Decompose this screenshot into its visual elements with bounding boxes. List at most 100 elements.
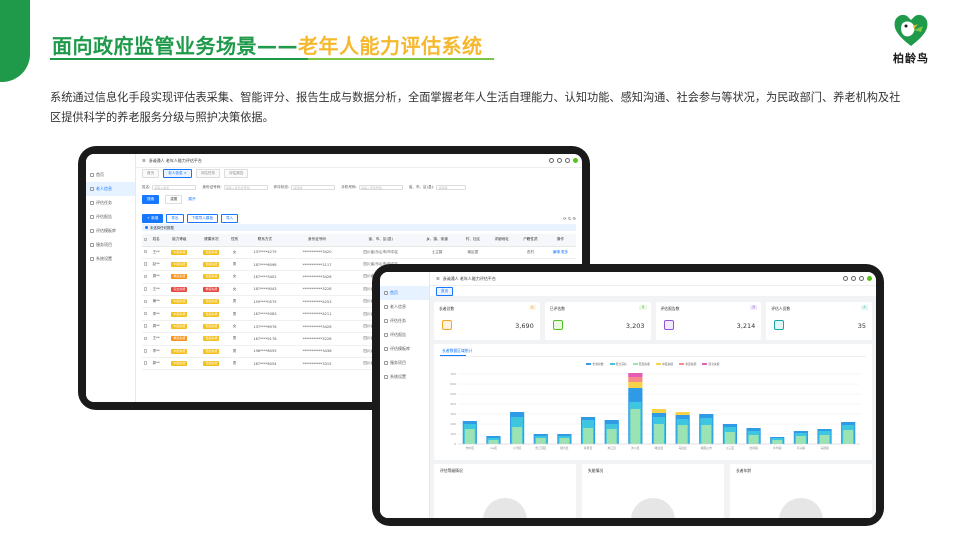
sidebar-item-1[interactable]: 老人信息: [380, 300, 429, 314]
legend-item-5[interactable]: 完全失能: [702, 362, 720, 366]
sidebar-item-5[interactable]: 服务项目: [380, 356, 429, 370]
tab-0[interactable]: 首页: [142, 168, 160, 178]
tab-1[interactable]: 老人信息 ×: [163, 168, 192, 178]
stat-card-3[interactable]: 评估人员数 人 35: [766, 302, 872, 340]
row-checkbox-cell: [142, 345, 149, 359]
search-icon[interactable]: [549, 158, 554, 163]
legend-item-2[interactable]: 轻度失能: [632, 362, 650, 366]
row-checkbox[interactable]: [143, 311, 148, 316]
phone-cell: 159****0575: [241, 295, 289, 309]
table-row[interactable]: 王** 中度失能 轻度失能 女 137****4279 ***********3420 四川…: [142, 246, 576, 259]
settings-icon[interactable]: [859, 276, 864, 281]
sidebar-item-6[interactable]: 系统设置: [380, 370, 429, 384]
sidebar-item-4[interactable]: 评估模板库: [86, 224, 135, 238]
bar-中度失能: [628, 382, 643, 388]
expand-link[interactable]: 展开: [188, 197, 195, 202]
reset-button[interactable]: 重置: [165, 194, 183, 204]
stat-card-0[interactable]: 长者总数 总 3,690: [434, 302, 540, 340]
chart-title[interactable]: 长者数据区域统计: [442, 348, 472, 354]
sex-cell: 男: [227, 295, 242, 309]
phone-input[interactable]: 请输入手机号码: [358, 184, 403, 190]
sidebar-item-1[interactable]: 老人信息: [86, 182, 135, 196]
template-icon: [90, 229, 94, 233]
avatar[interactable]: [867, 276, 872, 281]
name-cell: 郭**: [148, 357, 164, 371]
legend-item-0[interactable]: 长者总数: [586, 362, 604, 366]
id-input[interactable]: 请输入身份证号码: [223, 184, 268, 190]
sidebar-item-3[interactable]: 评估报告: [86, 210, 135, 224]
row-checkbox[interactable]: [143, 249, 148, 254]
select-all-checkbox[interactable]: [143, 237, 148, 241]
sidebar-item-0[interactable]: 首页: [380, 286, 429, 300]
huji-cell: 农村: [516, 246, 545, 259]
legend-item-4[interactable]: 重度失能: [679, 362, 696, 366]
tab-0[interactable]: 首页: [436, 286, 454, 296]
status-select[interactable]: 请选择: [291, 184, 336, 190]
row-checkbox[interactable]: [143, 324, 148, 328]
row-checkbox[interactable]: [143, 299, 148, 303]
avatar[interactable]: [573, 158, 578, 163]
tab-2[interactable]: 评估任务: [195, 168, 221, 178]
name-input[interactable]: 请输入姓名: [152, 184, 197, 190]
health-cell: 轻度失能: [195, 357, 228, 371]
region-cell: 四川省/乐山市/市中区: [345, 246, 416, 259]
sidebar-item-label: 评估任务: [96, 200, 112, 205]
table-settings-icons[interactable]: ⟳ ⇅ ⚙: [563, 216, 576, 221]
ops-cell[interactable]: 编辑 更多: [544, 246, 576, 259]
stat-card-title: 已评估数: [549, 306, 565, 311]
row-checkbox[interactable]: [143, 336, 148, 341]
stat-card-1[interactable]: 已评估数 月 3,203: [544, 302, 651, 340]
app-title: 浙诚通人 老年人能力评估平台: [442, 275, 496, 281]
tab-3[interactable]: 评估报告: [224, 168, 249, 178]
sidebar-item-0[interactable]: 首页: [86, 168, 135, 182]
toolbar-button-2[interactable]: 下载导入模板: [186, 213, 219, 223]
row-checkbox[interactable]: [143, 262, 148, 266]
sex-cell: 女: [227, 320, 242, 334]
col-header-6: 身份证号码: [288, 234, 346, 247]
menu-icon[interactable]: ☰: [142, 158, 146, 163]
bottom-panel-title: 长者年龄: [736, 468, 752, 473]
app-title: 浙诚通人 老年人能力评估平台: [148, 157, 202, 163]
name-cell: 王**: [148, 246, 164, 259]
sidebar-item-2[interactable]: 评估任务: [380, 314, 429, 328]
stat-card-value: 35: [857, 322, 866, 330]
bell-icon[interactable]: [557, 158, 562, 163]
row-checkbox[interactable]: [143, 349, 148, 353]
sidebar-item-6[interactable]: 系统设置: [86, 252, 135, 266]
row-checkbox[interactable]: [143, 287, 148, 291]
menu-icon[interactable]: ☰: [436, 276, 440, 281]
sidebar-item-label: 系统设置: [390, 374, 406, 379]
phone-cell: 187****5083: [241, 307, 289, 321]
sidebar-item-5[interactable]: 服务项目: [86, 238, 135, 252]
sidebar-item-4[interactable]: 评估模板库: [380, 342, 429, 356]
toolbar-button-3[interactable]: 导入: [221, 213, 239, 223]
sidebar-item-2[interactable]: 评估任务: [86, 196, 135, 210]
search-button[interactable]: 搜索: [142, 194, 160, 204]
row-checkbox[interactable]: [143, 274, 148, 279]
row-checkbox[interactable]: [143, 361, 148, 365]
toolbar-button-0[interactable]: + 新增: [142, 213, 164, 223]
search-icon[interactable]: [843, 276, 848, 281]
sidebar-item-3[interactable]: 评估报告: [380, 328, 429, 342]
sidebar: 首页 老人信息评估任务评估报告 评估模板库服务项目系统设置: [86, 154, 136, 402]
health-cell: 轻度失能: [195, 345, 228, 359]
region-select[interactable]: 请选择: [436, 184, 467, 190]
level-cell: 中度失能: [163, 307, 196, 321]
legend-item-3[interactable]: 中度失能: [656, 362, 673, 366]
level-cell: 重度失能: [163, 332, 196, 346]
health-badge: 轻度失能: [203, 262, 220, 268]
toolbar-button-1[interactable]: 导出: [166, 213, 184, 223]
level-badge: 完全失能: [171, 286, 188, 292]
sidebar-item-label: 服务项目: [96, 242, 112, 247]
bell-icon[interactable]: [851, 276, 856, 281]
stat-card-2[interactable]: 评估报告数 月 3,214: [655, 302, 762, 340]
user-icon: [384, 305, 388, 309]
settings-icon[interactable]: [565, 158, 570, 163]
bar-轻度失能: [654, 424, 664, 444]
legend-swatch: [656, 362, 661, 366]
sidebar-item-label: 首页: [390, 290, 398, 295]
health-cell: 轻度失能: [195, 270, 228, 284]
id-cell: ***********3228: [288, 283, 346, 297]
col-header-5: 联系方式: [241, 234, 289, 247]
legend-item-1[interactable]: 能力完好: [609, 362, 627, 366]
